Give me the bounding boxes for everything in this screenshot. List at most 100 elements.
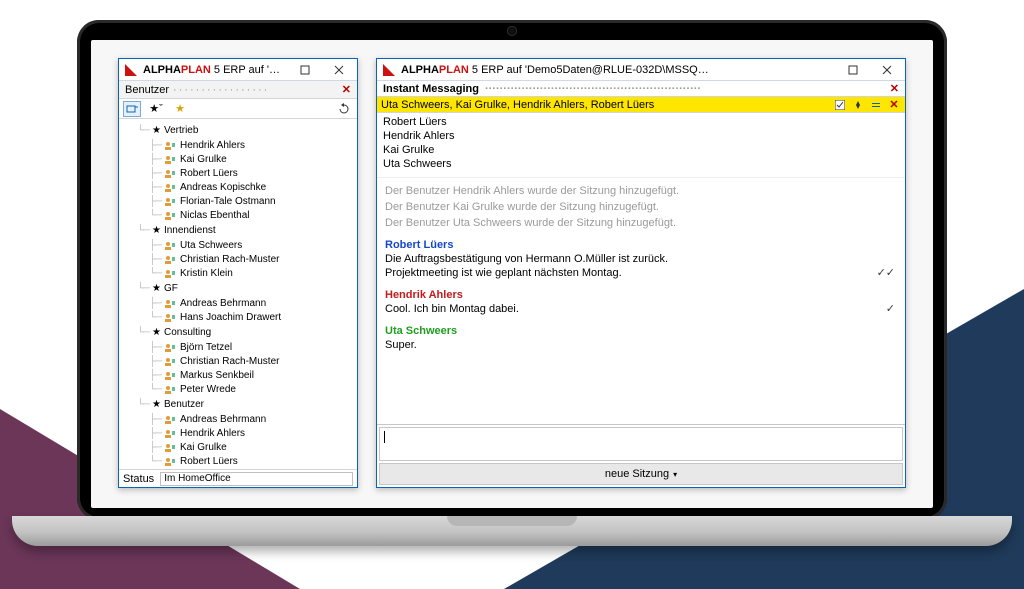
message-line: Die Auftragsbestätigung von Hermann O.Mü… xyxy=(385,252,897,266)
session-pin-icon[interactable] xyxy=(851,99,865,111)
user-name: Robert Lüers xyxy=(180,455,238,469)
system-message: Der Benutzer Kai Grulke wurde der Sitzun… xyxy=(385,200,897,214)
user-icon xyxy=(164,141,177,151)
user-name: Christian Rach-Muster xyxy=(180,253,279,267)
tree-user[interactable]: ├─ Uta Schweers xyxy=(125,239,355,253)
panel-label: Benutzer xyxy=(125,84,169,96)
session-settings-icon[interactable] xyxy=(869,99,883,111)
user-icon xyxy=(164,371,177,381)
panel-header: Benutzer ················· ✕ xyxy=(119,81,357,99)
session-participants-summary: Uta Schweers, Kai Grulke, Hendrik Ahlers… xyxy=(381,99,654,111)
tree-group[interactable]: └─★ GF xyxy=(125,281,355,297)
tree-group[interactable]: └─★ Innendienst xyxy=(125,223,355,239)
user-icon xyxy=(164,211,177,221)
user-name: Andreas Behrmann xyxy=(180,413,266,427)
user-icon xyxy=(164,269,177,279)
maximize-button[interactable] xyxy=(291,61,319,79)
panel-close-icon[interactable]: ✕ xyxy=(890,82,899,95)
group-label: Benutzer xyxy=(164,398,204,412)
user-icon xyxy=(164,255,177,265)
user-icon xyxy=(164,385,177,395)
tree-user[interactable]: ├─ Christian Rach-Muster xyxy=(125,355,355,369)
read-receipt-single-icon: ✓ xyxy=(886,302,897,316)
system-message: Der Benutzer Uta Schweers wurde der Sitz… xyxy=(385,216,897,230)
tree-user[interactable]: ├─ Hendrik Ahlers xyxy=(125,427,355,441)
message-author: Robert Lüers xyxy=(385,238,897,252)
tree-group[interactable]: └─★ Benutzer xyxy=(125,397,355,413)
tree-user[interactable]: ├─ Björn Tetzel xyxy=(125,341,355,355)
tree-user[interactable]: ├─ Christian Rach-Muster xyxy=(125,253,355,267)
panel-close-icon[interactable]: ✕ xyxy=(342,83,351,96)
group-label: Vertrieb xyxy=(164,124,198,138)
tree-user[interactable]: ├─ Kai Grulke xyxy=(125,153,355,167)
maximize-button[interactable] xyxy=(839,61,867,79)
text-caret xyxy=(384,431,385,443)
participant-item: Kai Grulke xyxy=(383,143,899,157)
status-input[interactable] xyxy=(160,472,353,486)
user-icon xyxy=(164,183,177,193)
user-icon xyxy=(164,299,177,309)
tree-user[interactable]: ├─ Andreas Kopischke xyxy=(125,181,355,195)
user-name: Hans Joachim Drawert xyxy=(180,311,281,325)
user-name: Kai Grulke xyxy=(180,441,227,455)
user-icon xyxy=(164,197,177,207)
tree-user[interactable]: └─ Robert Lüers xyxy=(125,455,355,469)
tree-user[interactable]: ├─ Markus Senkbeil xyxy=(125,369,355,383)
tree-user[interactable]: └─ Peter Wrede xyxy=(125,383,355,397)
user-name: Florian-Tale Ostmann xyxy=(180,195,276,209)
star-icon: ★ xyxy=(152,224,161,238)
app-logo-icon xyxy=(125,64,137,76)
user-icon xyxy=(164,357,177,367)
group-label: GF xyxy=(164,282,178,296)
tree-user[interactable]: ├─ Hendrik Ahlers xyxy=(125,139,355,153)
toolbar-view-button[interactable] xyxy=(123,101,141,117)
tree-user[interactable]: └─ Hans Joachim Drawert xyxy=(125,311,355,325)
refresh-button[interactable] xyxy=(335,101,353,117)
tree-user[interactable]: ├─ Kai Grulke xyxy=(125,441,355,455)
compose-area: neue Sitzung ▾ xyxy=(377,424,905,487)
new-session-button[interactable]: neue Sitzung ▾ xyxy=(379,463,903,485)
toolbar-favorite-button[interactable]: ★ xyxy=(171,101,189,117)
tree-user[interactable]: ├─ Florian-Tale Ostmann xyxy=(125,195,355,209)
laptop-base xyxy=(12,516,1012,546)
chevron-down-icon: ▾ xyxy=(673,470,677,479)
message-author: Uta Schweers xyxy=(385,324,897,338)
users-window: ALPHAPLAN 5 ERP auf 'Demo5Da… Benutzer ·… xyxy=(118,58,358,488)
read-receipt-double-icon: ✓✓ xyxy=(877,266,897,280)
session-close-icon[interactable]: ✕ xyxy=(887,99,901,111)
window-title: ALPHAPLAN 5 ERP auf 'Demo5Da… xyxy=(143,64,285,76)
user-tree[interactable]: └─★ Vertrieb├─ Hendrik Ahlers├─ Kai Grul… xyxy=(119,119,357,469)
user-name: Robert Lüers xyxy=(180,167,238,181)
tree-user[interactable]: ├─ Robert Lüers xyxy=(125,167,355,181)
star-icon: ★ xyxy=(152,282,161,296)
tree-user[interactable]: └─ Kristin Klein xyxy=(125,267,355,281)
message-author: Hendrik Ahlers xyxy=(385,288,897,302)
close-button[interactable] xyxy=(325,61,353,79)
window-title: ALPHAPLAN 5 ERP auf 'Demo5Daten@RLUE-032… xyxy=(401,64,833,76)
toolbar-star-button[interactable]: ★ˇ xyxy=(147,101,165,117)
user-name: Uta Schweers xyxy=(180,239,242,253)
titlebar[interactable]: ALPHAPLAN 5 ERP auf 'Demo5Da… xyxy=(119,59,357,81)
user-name: Andreas Behrmann xyxy=(180,297,266,311)
message-line: Cool. Ich bin Montag dabei.✓ xyxy=(385,302,897,316)
tree-user[interactable]: ├─ Andreas Behrmann xyxy=(125,297,355,311)
user-name: Markus Senkbeil xyxy=(180,369,254,383)
session-header[interactable]: Uta Schweers, Kai Grulke, Hendrik Ahlers… xyxy=(377,97,905,113)
session-checkbox-icon[interactable] xyxy=(833,99,847,111)
titlebar[interactable]: ALPHAPLAN 5 ERP auf 'Demo5Daten@RLUE-032… xyxy=(377,59,905,81)
close-button[interactable] xyxy=(873,61,901,79)
tree-user[interactable]: ├─ Andreas Behrmann xyxy=(125,413,355,427)
user-name: Niclas Ebenthal xyxy=(180,209,249,223)
message-log[interactable]: Der Benutzer Hendrik Ahlers wurde der Si… xyxy=(377,178,905,424)
message-input[interactable] xyxy=(379,427,903,461)
user-name: Kristin Klein xyxy=(180,267,233,281)
tree-group[interactable]: └─★ Vertrieb xyxy=(125,123,355,139)
user-icon xyxy=(164,343,177,353)
participant-item: Robert Lüers xyxy=(383,115,899,129)
user-icon xyxy=(164,155,177,165)
participant-item: Hendrik Ahlers xyxy=(383,129,899,143)
tree-group[interactable]: └─★ Consulting xyxy=(125,325,355,341)
user-icon xyxy=(164,415,177,425)
chat-window: ALPHAPLAN 5 ERP auf 'Demo5Daten@RLUE-032… xyxy=(376,58,906,488)
tree-user[interactable]: └─ Niclas Ebenthal xyxy=(125,209,355,223)
